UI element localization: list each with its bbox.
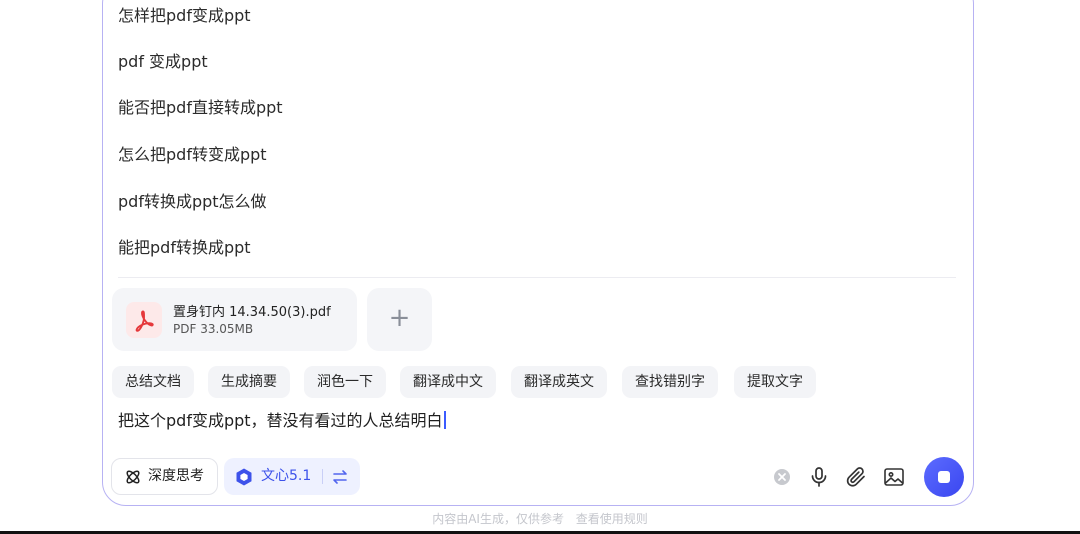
quick-action-abstract[interactable]: 生成摘要	[208, 366, 290, 398]
microphone-icon[interactable]	[807, 465, 831, 489]
attachment-name: 置身钉内 14.34.50(3).pdf	[173, 305, 331, 320]
quick-action-summarize[interactable]: 总结文档	[112, 366, 194, 398]
clear-icon[interactable]	[770, 465, 794, 489]
suggestion-item[interactable]: 能把pdf转换成ppt	[118, 233, 251, 263]
pdf-icon	[126, 302, 162, 338]
attachment-card[interactable]: 置身钉内 14.34.50(3).pdf PDF 33.05MB	[112, 288, 357, 351]
suggestion-item[interactable]: 能否把pdf直接转成ppt	[118, 93, 283, 123]
prompt-input[interactable]: 把这个pdf变成ppt，替没有看过的人总结明白	[118, 407, 446, 435]
model-logo-icon	[236, 468, 252, 486]
text-caret	[443, 411, 446, 429]
chat-screen: 怎样把pdf变成ppt pdf 变成ppt 能否把pdf直接转成ppt 怎么把p…	[0, 0, 1080, 534]
suggestion-item[interactable]: 怎么把pdf转变成ppt	[118, 140, 267, 170]
add-attachment-button[interactable]: +	[367, 288, 432, 351]
model-selector[interactable]: 文心5.1	[224, 458, 360, 495]
deep-think-button[interactable]: 深度思考	[111, 458, 218, 495]
quick-action-translate-zh[interactable]: 翻译成中文	[400, 366, 496, 398]
image-icon[interactable]	[882, 465, 906, 489]
model-separator	[322, 469, 323, 484]
model-label: 文心5.1	[261, 468, 312, 484]
suggestion-item[interactable]: pdf 变成ppt	[118, 47, 208, 77]
disclaimer-text: 内容由AI生成，仅供参考	[432, 512, 564, 526]
footer: 内容由AI生成，仅供参考 查看使用规则	[0, 510, 1080, 527]
suggestion-item[interactable]: 怎样把pdf变成ppt	[118, 1, 251, 31]
deep-think-label: 深度思考	[148, 468, 204, 484]
stop-generation-button[interactable]	[924, 457, 964, 497]
stop-icon	[938, 471, 950, 483]
quick-action-polish[interactable]: 润色一下	[304, 366, 386, 398]
usage-rules-link[interactable]: 查看使用规则	[576, 512, 648, 526]
atom-icon	[126, 470, 140, 484]
paperclip-icon[interactable]	[844, 465, 868, 489]
suggestion-divider	[118, 277, 956, 278]
quick-action-extract-text[interactable]: 提取文字	[734, 366, 816, 398]
prompt-text: 把这个pdf变成ppt，替没有看过的人总结明白	[118, 411, 443, 430]
attachment-meta: PDF 33.05MB	[173, 322, 254, 336]
swap-icon[interactable]	[331, 468, 349, 486]
quick-action-typo-check[interactable]: 查找错别字	[622, 366, 718, 398]
suggestion-item[interactable]: pdf转换成ppt怎么做	[118, 187, 267, 217]
quick-action-translate-en[interactable]: 翻译成英文	[511, 366, 607, 398]
